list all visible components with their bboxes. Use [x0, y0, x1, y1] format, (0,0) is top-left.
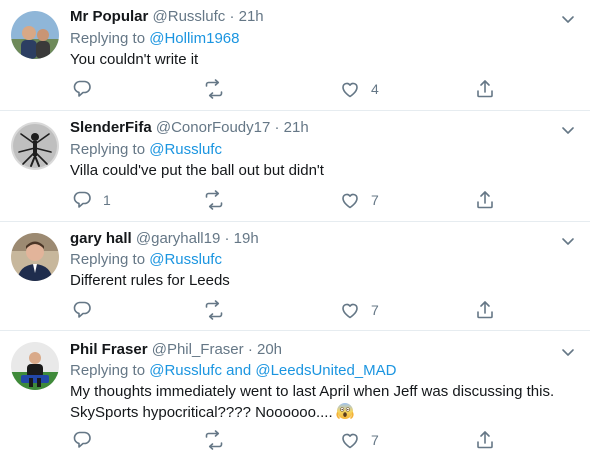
like-button[interactable]: 7 — [339, 429, 379, 451]
heart-icon — [342, 193, 358, 209]
share-icon — [477, 80, 493, 98]
tweet-text-line: My thoughts immediately went to last Apr… — [70, 383, 555, 400]
like-count: 7 — [371, 302, 379, 318]
share-icon — [477, 301, 493, 319]
heart-icon — [342, 303, 358, 319]
retweet-button[interactable] — [203, 429, 235, 451]
share-icon — [477, 191, 493, 209]
face-screaming-in-fear-icon — [336, 403, 354, 419]
like-count: 7 — [371, 432, 379, 448]
retweet-button[interactable] — [203, 78, 235, 100]
display-name[interactable]: gary hall — [70, 230, 132, 247]
tweet-text: My thoughts immediately went to last Apr… — [70, 382, 580, 423]
reply-icon — [73, 80, 91, 97]
avatar[interactable] — [11, 11, 59, 59]
reply-icon — [73, 431, 91, 448]
share-button[interactable] — [474, 429, 496, 451]
retweet-button[interactable] — [203, 299, 235, 321]
like-count: 7 — [371, 192, 379, 208]
retweet-icon — [205, 300, 223, 320]
retweet-icon — [205, 430, 223, 450]
tweet[interactable]: Phil Fraser @Phil_Fraser · 20h Replying … — [0, 331, 590, 459]
timestamp[interactable]: 20h — [257, 341, 282, 358]
separator-dot: · — [274, 119, 280, 136]
timestamp[interactable]: 21h — [284, 119, 309, 136]
mention-link[interactable]: @Hollim1968 — [149, 30, 239, 47]
replying-to: Replying to @Hollim1968 — [70, 29, 239, 49]
display-name[interactable]: Mr Popular — [70, 8, 148, 25]
reply-icon — [73, 301, 91, 318]
chevron-down-icon[interactable] — [560, 233, 576, 249]
reply-button[interactable]: 1 — [71, 189, 111, 211]
replying-to-label: Replying to — [70, 30, 146, 47]
separator-dot: · — [229, 8, 235, 25]
mention-link[interactable]: @LeedsUnited_MAD — [255, 362, 396, 379]
tweet-actions: 4 — [60, 78, 500, 100]
display-name[interactable]: SlenderFifa — [70, 119, 152, 136]
tweet-text-line-2: SkySports hypocritical???? Noooooo.... — [70, 402, 580, 423]
share-button[interactable] — [474, 299, 496, 321]
user-handle[interactable]: @Russlufc — [153, 8, 226, 25]
reply-button[interactable] — [71, 429, 103, 451]
tweet-text-line: SkySports hypocritical???? Noooooo.... — [70, 404, 333, 421]
tweet[interactable]: SlenderFifa @ConorFoudy17 · 21h Replying… — [0, 111, 590, 222]
mention-link[interactable]: @Russlufc — [149, 251, 222, 268]
mention-link[interactable]: @Russlufc — [149, 141, 222, 158]
separator-dot: · — [247, 341, 253, 358]
tweet[interactable]: gary hall @garyhall19 · 19h Replying to … — [0, 222, 590, 331]
tweet[interactable]: Mr Popular @Russlufc · 21h Replying to @… — [0, 0, 590, 111]
user-handle[interactable]: @Phil_Fraser — [152, 341, 244, 358]
retweet-icon — [205, 79, 223, 99]
heart-icon — [342, 82, 358, 98]
reply-button[interactable] — [71, 299, 103, 321]
like-count: 4 — [371, 81, 379, 97]
display-name[interactable]: Phil Fraser — [70, 341, 148, 358]
tweet-text: Villa could've put the ball out but didn… — [70, 162, 324, 179]
chevron-down-icon[interactable] — [560, 122, 576, 138]
replying-to-label: Replying to — [70, 251, 146, 268]
share-button[interactable] — [474, 189, 496, 211]
tweet-actions: 7 — [60, 299, 500, 321]
timestamp[interactable]: 19h — [234, 230, 259, 247]
reply-icon — [73, 191, 91, 208]
retweet-icon — [205, 190, 223, 210]
chevron-down-icon[interactable] — [560, 11, 576, 27]
separator-dot: · — [224, 230, 230, 247]
mention-joiner: and — [226, 362, 252, 379]
like-button[interactable]: 7 — [339, 299, 379, 321]
retweet-button[interactable] — [203, 189, 235, 211]
replying-to-label: Replying to — [70, 141, 146, 158]
chevron-down-icon[interactable] — [560, 344, 576, 360]
tweet-text: You couldn't write it — [70, 51, 199, 68]
avatar[interactable] — [11, 342, 59, 390]
replying-to: Replying to @Russlufc and @LeedsUnited_M… — [70, 361, 396, 381]
share-icon — [477, 431, 493, 449]
like-button[interactable]: 4 — [339, 78, 379, 100]
tweet-actions: 1 7 — [60, 189, 500, 211]
avatar[interactable] — [11, 122, 59, 170]
replying-to: Replying to @Russlufc — [70, 140, 222, 160]
replying-to: Replying to @Russlufc — [70, 250, 222, 270]
reply-count: 1 — [103, 192, 111, 208]
reply-button[interactable] — [71, 78, 103, 100]
tweet-actions: 7 — [60, 429, 500, 451]
replying-to-label: Replying to — [70, 362, 146, 379]
mention-link[interactable]: @Russlufc — [149, 362, 222, 379]
share-button[interactable] — [474, 78, 496, 100]
like-button[interactable]: 7 — [339, 189, 379, 211]
timestamp[interactable]: 21h — [239, 8, 264, 25]
tweet-text: Different rules for Leeds — [70, 272, 230, 289]
user-handle[interactable]: @garyhall19 — [136, 230, 220, 247]
avatar[interactable] — [11, 233, 59, 281]
user-handle[interactable]: @ConorFoudy17 — [156, 119, 270, 136]
heart-icon — [342, 433, 358, 449]
